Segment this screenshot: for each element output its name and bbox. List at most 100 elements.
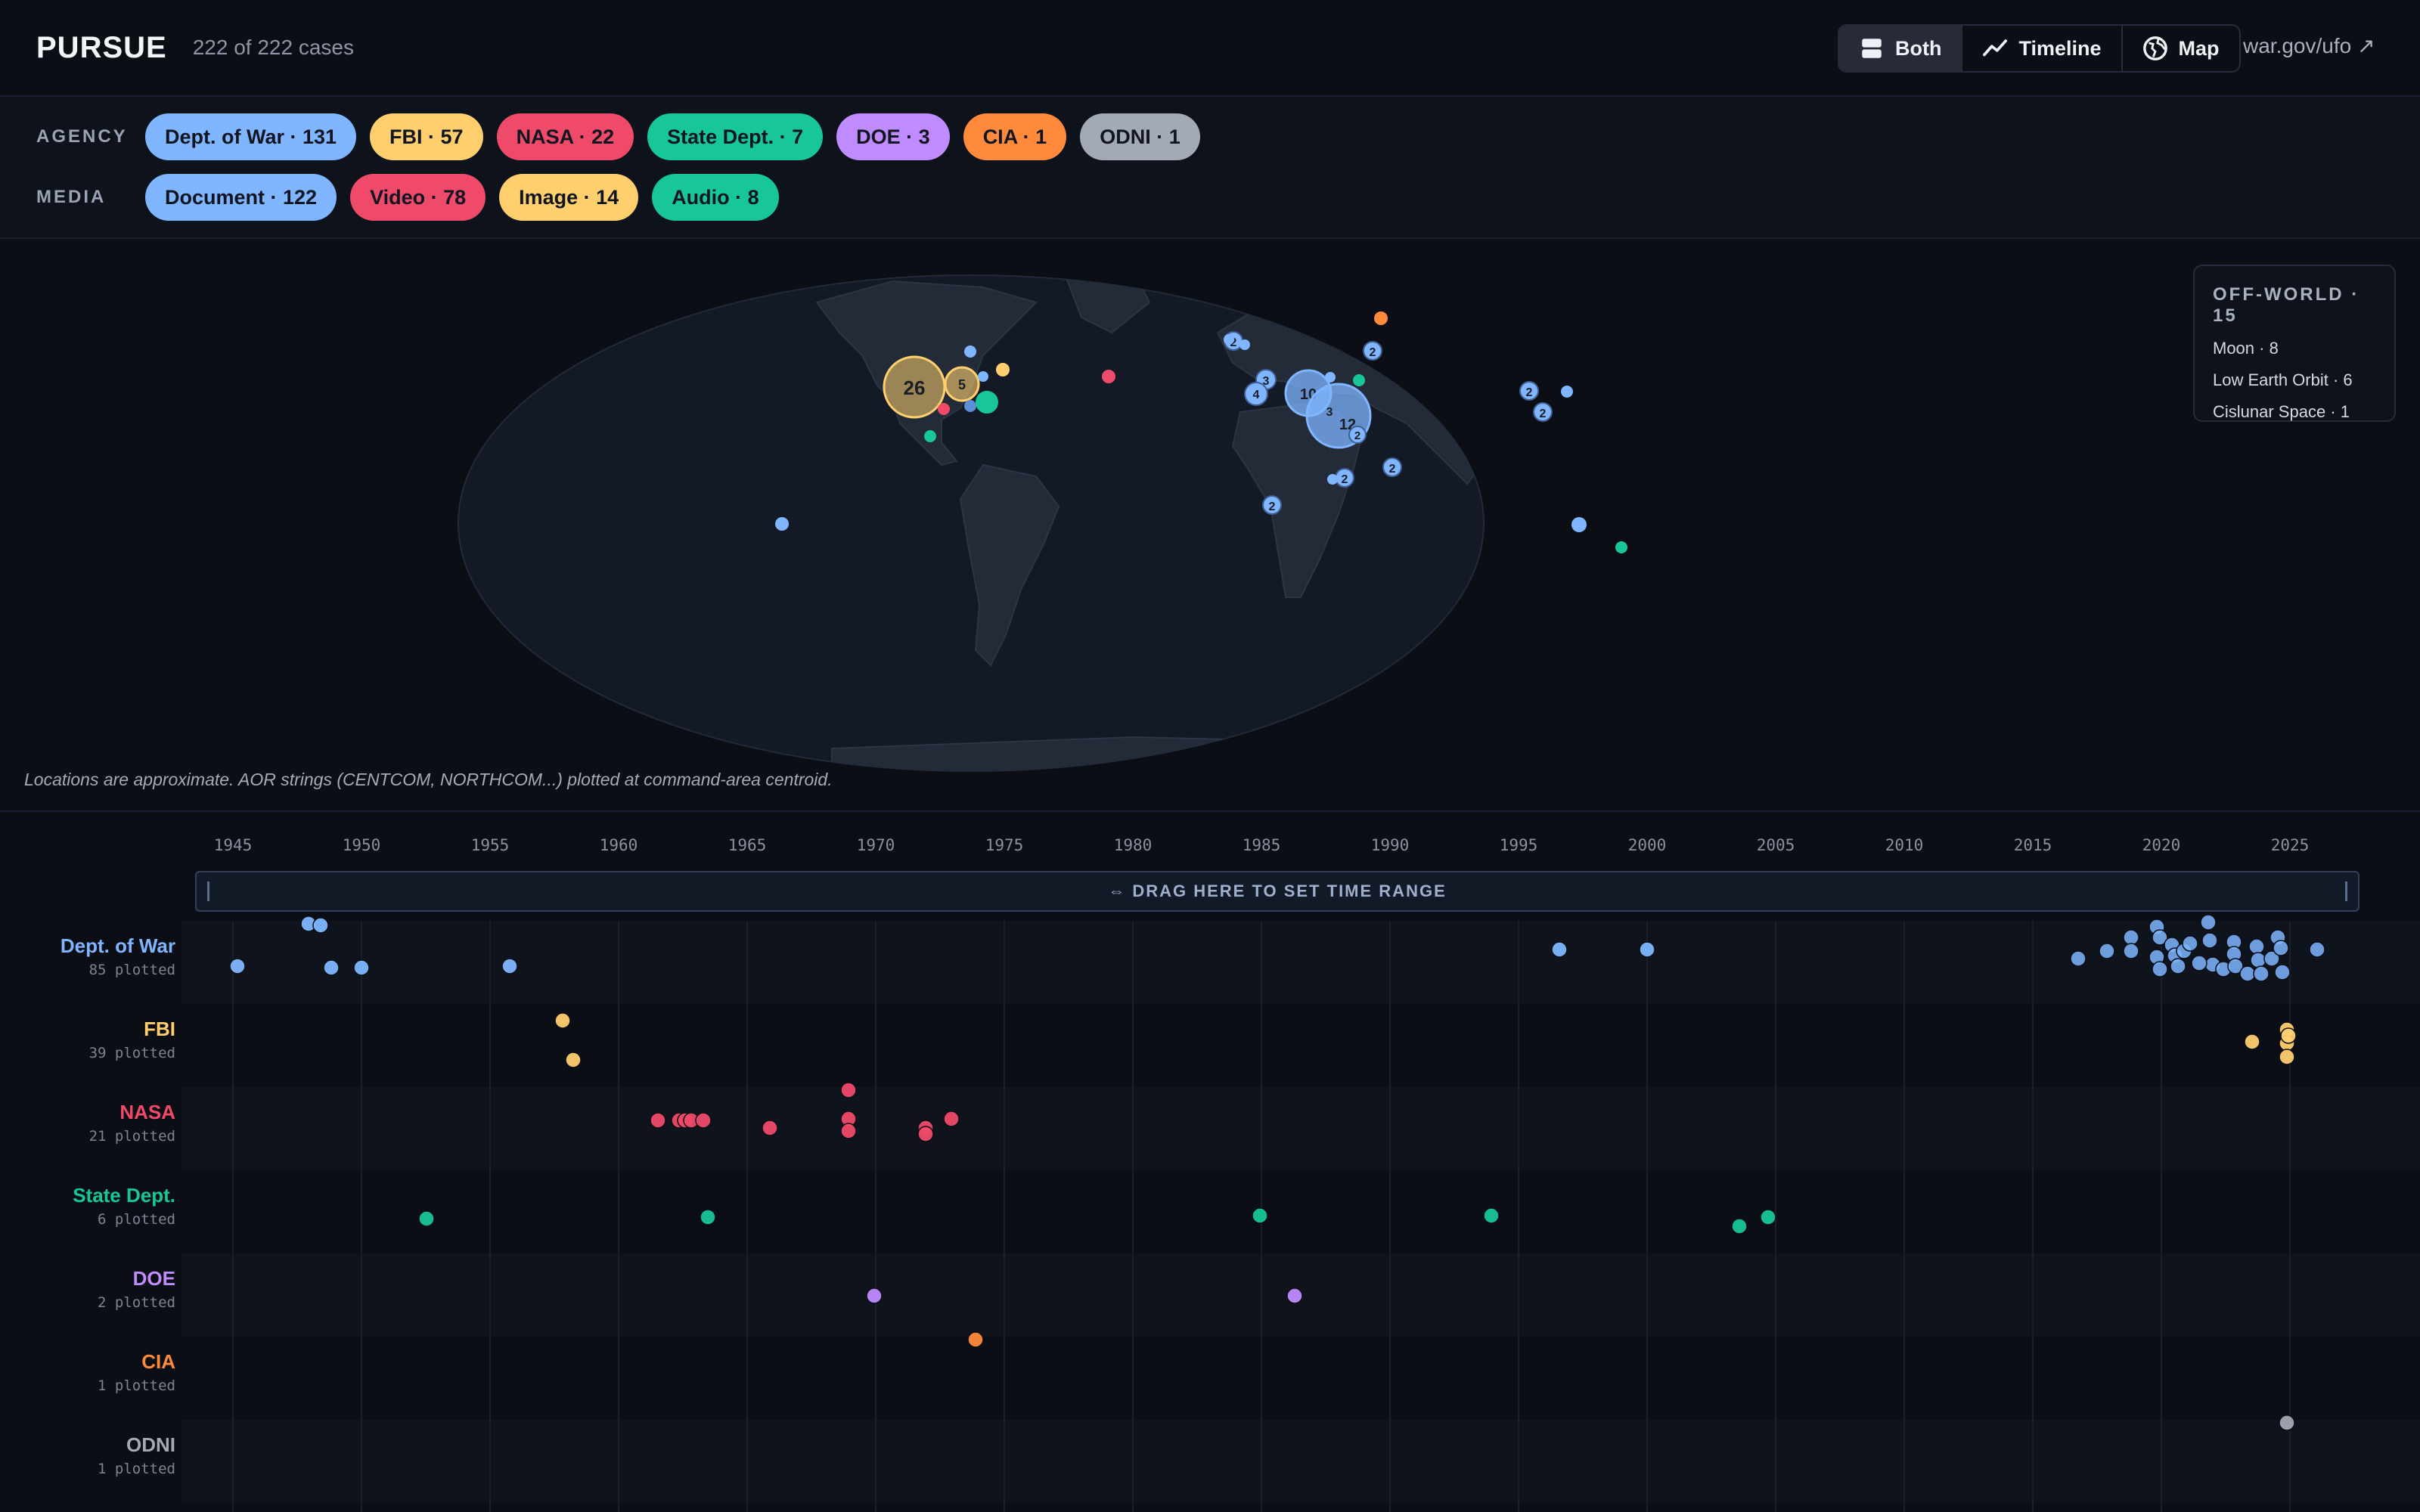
lane-bg [182, 1420, 2420, 1503]
case-dot[interactable] [1731, 1218, 1748, 1235]
map-marker[interactable] [1353, 374, 1365, 386]
case-dot[interactable] [2244, 1033, 2260, 1050]
case-dot[interactable] [1286, 1287, 1303, 1304]
map-marker[interactable] [1561, 386, 1573, 398]
case-dot[interactable] [2200, 914, 2217, 931]
case-dot[interactable] [917, 1126, 934, 1142]
app-title: PURSUE [36, 30, 167, 64]
year-tick-label: 2000 [1627, 836, 1667, 854]
case-dot[interactable] [840, 1123, 857, 1139]
case-dot[interactable] [2070, 950, 2086, 967]
case-dot[interactable] [2182, 935, 2198, 952]
case-dot[interactable] [762, 1120, 778, 1136]
chip-media-document[interactable]: Document · 122 [145, 174, 337, 221]
map-marker[interactable] [996, 363, 1010, 376]
map-marker[interactable] [924, 430, 936, 442]
map-marker[interactable] [978, 371, 988, 382]
case-dot[interactable] [2309, 941, 2325, 958]
map-marker[interactable] [775, 517, 789, 531]
case-dot[interactable] [323, 959, 340, 976]
chip-agency-dept-of-war[interactable]: Dept. of War · 131 [145, 113, 357, 160]
map-marker[interactable] [1325, 372, 1336, 383]
case-dot[interactable] [1252, 1207, 1268, 1224]
case-dot[interactable] [554, 1012, 571, 1029]
chip-agency-fbi[interactable]: FBI · 57 [370, 113, 483, 160]
case-dot[interactable] [2123, 929, 2139, 946]
chip-media-video[interactable]: Video · 78 [350, 174, 486, 221]
lane-count-fbi: 39 plotted [88, 1045, 175, 1061]
lane-count-dept-of-war: 85 plotted [88, 962, 175, 978]
globe-icon [2142, 36, 2167, 60]
case-dot[interactable] [2191, 955, 2207, 971]
case-dot[interactable] [2280, 1027, 2297, 1044]
chip-agency-nasa[interactable]: NASA · 22 [496, 113, 634, 160]
chip-agency-cia[interactable]: CIA · 1 [963, 113, 1067, 160]
map-marker[interactable] [1102, 370, 1115, 383]
chip-agency-doe[interactable]: DOE · 3 [836, 113, 950, 160]
year-tick-label: 1990 [1370, 836, 1410, 854]
agency-filter-label: AGENCY [36, 126, 128, 147]
case-dot[interactable] [229, 958, 246, 974]
year-tick-label: 1950 [342, 836, 381, 854]
map-marker[interactable] [1239, 339, 1250, 350]
case-dot[interactable] [2239, 965, 2256, 982]
map-marker[interactable] [1374, 311, 1388, 325]
view-timeline-button[interactable]: Timeline [1962, 26, 2123, 71]
case-dot[interactable] [700, 1209, 716, 1225]
case-dot[interactable] [2274, 964, 2291, 981]
map-marker[interactable] [976, 391, 998, 414]
case-dot[interactable] [967, 1331, 984, 1348]
case-dot[interactable] [2099, 943, 2115, 959]
lane-count-state-dept: 6 plotted [98, 1211, 175, 1228]
case-dot[interactable] [866, 1287, 883, 1304]
year-tick-label: 2005 [1756, 836, 1795, 854]
time-range-brush[interactable]: ⇔ DRAG HERE TO SET TIME RANGE [195, 871, 2360, 912]
case-dot[interactable] [2279, 1414, 2295, 1431]
case-dot[interactable] [2250, 952, 2266, 968]
case-dot[interactable] [943, 1111, 960, 1127]
case-dot[interactable] [2123, 943, 2139, 959]
map-marker[interactable] [964, 345, 976, 358]
case-dot[interactable] [418, 1210, 435, 1227]
case-dot[interactable] [2152, 961, 2168, 978]
case-dot[interactable] [650, 1112, 666, 1129]
map-marker[interactable] [1224, 334, 1234, 345]
off-world-item-cislunar[interactable]: Cislunar Space · 1 [2213, 402, 2376, 422]
case-dot[interactable] [2201, 932, 2218, 949]
lane-count-cia: 1 plotted [98, 1377, 175, 1394]
off-world-item-leo[interactable]: Low Earth Orbit · 6 [2213, 370, 2376, 390]
case-dot[interactable] [2170, 958, 2186, 974]
case-dot[interactable] [501, 958, 518, 974]
map-marker[interactable] [1327, 474, 1338, 485]
brush-left-handle[interactable] [207, 881, 209, 901]
timeline-plot [182, 914, 2420, 1512]
case-dot[interactable] [840, 1082, 857, 1098]
world-map[interactable]: 26 5 2 3 4 2 10 3 12 2 2 2 2 2 2 [0, 239, 2420, 812]
case-dot[interactable] [565, 1052, 582, 1068]
off-world-item-moon[interactable]: Moon · 8 [2213, 339, 2376, 358]
case-dot[interactable] [2248, 938, 2265, 955]
case-dot[interactable] [312, 917, 329, 934]
case-dot[interactable] [1760, 1209, 1776, 1225]
chip-agency-state-dept[interactable]: State Dept. · 7 [647, 113, 824, 160]
external-link[interactable]: war.gov/ufo ↗ [2243, 33, 2375, 58]
chip-agency-odni[interactable]: ODNI · 1 [1080, 113, 1200, 160]
case-dot[interactable] [1639, 941, 1655, 958]
filter-panel: AGENCY Dept. of War · 131 FBI · 57 NASA … [0, 97, 2420, 239]
chip-media-audio[interactable]: Audio · 8 [652, 174, 779, 221]
map-marker[interactable] [1571, 517, 1587, 532]
view-both-button[interactable]: Both [1839, 26, 1963, 71]
case-dot[interactable] [353, 959, 370, 976]
chip-media-image[interactable]: Image · 14 [499, 174, 639, 221]
case-dot[interactable] [1551, 941, 1568, 958]
map-marker[interactable] [964, 400, 976, 412]
brush-right-handle[interactable] [2345, 881, 2347, 901]
case-dot[interactable] [695, 1112, 712, 1129]
case-dot[interactable] [2279, 1049, 2295, 1065]
view-map-button[interactable]: Map [2123, 26, 2239, 71]
case-dot[interactable] [2273, 940, 2289, 956]
map-marker[interactable] [938, 403, 950, 415]
case-dot[interactable] [1483, 1207, 1500, 1224]
case-dot[interactable] [2253, 965, 2270, 982]
map-marker[interactable] [1615, 541, 1627, 553]
